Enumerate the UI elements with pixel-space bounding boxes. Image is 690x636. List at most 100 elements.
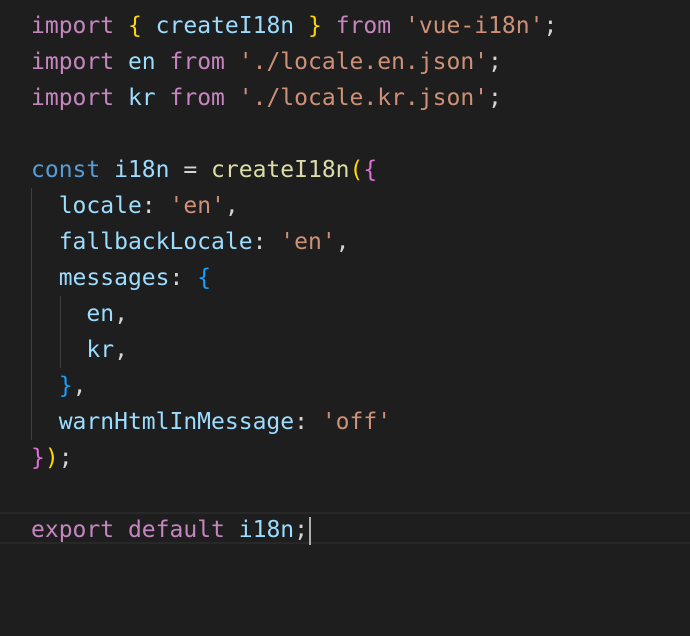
code-line-content: fallbackLocale: 'en', [31, 224, 350, 260]
code-token: import [31, 85, 115, 111]
code-line[interactable]: messages: { [0, 260, 690, 296]
code-token: export [31, 517, 115, 543]
code-token: messages [58, 265, 170, 291]
code-line[interactable] [0, 116, 690, 152]
code-token: } [31, 445, 45, 471]
code-token: , [114, 301, 128, 327]
code-token: ; [488, 49, 502, 75]
code-line[interactable]: warnHtmlInMessage: 'off' [0, 404, 690, 440]
code-line[interactable]: en, [0, 296, 690, 332]
code-token: i18n [238, 517, 295, 543]
code-token: import [31, 13, 115, 39]
code-line-content: en, [31, 296, 128, 332]
code-token: ; [294, 517, 308, 543]
code-token: 'off' [321, 409, 392, 435]
code-token: 'en' [169, 193, 225, 219]
code-token: './locale.en.json' [238, 49, 489, 75]
code-line-content: messages: { [31, 260, 211, 296]
code-line-content: export default i18n; [31, 512, 311, 548]
code-token: default [127, 517, 225, 543]
code-line[interactable]: import kr from './locale.kr.json'; [0, 80, 690, 116]
text-cursor [309, 516, 311, 545]
code-token: ; [488, 85, 502, 111]
code-token: : [294, 409, 322, 435]
code-token: ( [349, 157, 364, 183]
code-token: fallbackLocale [58, 229, 253, 255]
code-line[interactable]: import en from './locale.en.json'; [0, 44, 690, 80]
code-token: } [58, 373, 73, 399]
code-line[interactable]: kr, [0, 332, 690, 368]
code-line[interactable]: }, [0, 368, 690, 404]
code-token: from [169, 85, 225, 111]
code-token: ) [44, 445, 59, 471]
code-token: : [169, 265, 198, 291]
code-line-content: import { createI18n } from 'vue-i18n'; [31, 8, 557, 44]
code-line-content: locale: 'en', [31, 188, 239, 224]
code-line-content: import kr from './locale.kr.json'; [31, 80, 502, 116]
code-token: = [169, 157, 212, 183]
code-token: warnHtmlInMessage [58, 409, 295, 435]
code-token: 'vue-i18n' [404, 13, 544, 39]
code-token: './locale.kr.json' [238, 85, 489, 111]
code-token: , [72, 373, 87, 399]
code-line[interactable]: fallbackLocale: 'en', [0, 224, 690, 260]
code-token: : [252, 229, 281, 255]
code-line[interactable]: }); [0, 440, 690, 476]
code-token: 'en' [280, 229, 336, 255]
code-line[interactable]: import { createI18n } from 'vue-i18n'; [0, 8, 690, 44]
code-line-content: const i18n = createI18n({ [31, 152, 377, 188]
code-line[interactable]: locale: 'en', [0, 188, 690, 224]
code-token: { [363, 157, 378, 183]
code-token: from [335, 13, 392, 39]
code-token: { [197, 265, 212, 291]
code-token: , [335, 229, 350, 255]
code-token: , [114, 337, 128, 363]
code-token: : [141, 193, 170, 219]
code-token: const [31, 157, 101, 183]
code-line-content: }, [31, 368, 87, 404]
code-token: en [86, 301, 115, 327]
code-token: ; [543, 13, 558, 39]
code-line[interactable]: export default i18n; [0, 512, 690, 548]
code-line[interactable]: const i18n = createI18n({ [0, 152, 690, 188]
code-line-content: warnHtmlInMessage: 'off' [31, 404, 391, 440]
code-editor[interactable]: import { createI18n } from 'vue-i18n'; im… [0, 0, 690, 636]
code-token: { [127, 13, 142, 39]
code-token: ; [58, 445, 73, 471]
code-token: , [224, 193, 239, 219]
code-token: createI18n [155, 13, 295, 39]
code-token: kr [127, 85, 156, 111]
code-token: i18n [114, 157, 170, 183]
code-token: locale [58, 193, 142, 219]
code-line-content: }); [31, 440, 73, 476]
code-token: en [127, 49, 156, 75]
code-token: kr [86, 337, 115, 363]
code-line[interactable] [0, 476, 690, 512]
code-line-content: kr, [31, 332, 128, 368]
code-token: } [308, 13, 322, 39]
code-token: createI18n [211, 157, 350, 183]
code-token: import [31, 49, 115, 75]
code-token: from [169, 49, 225, 75]
